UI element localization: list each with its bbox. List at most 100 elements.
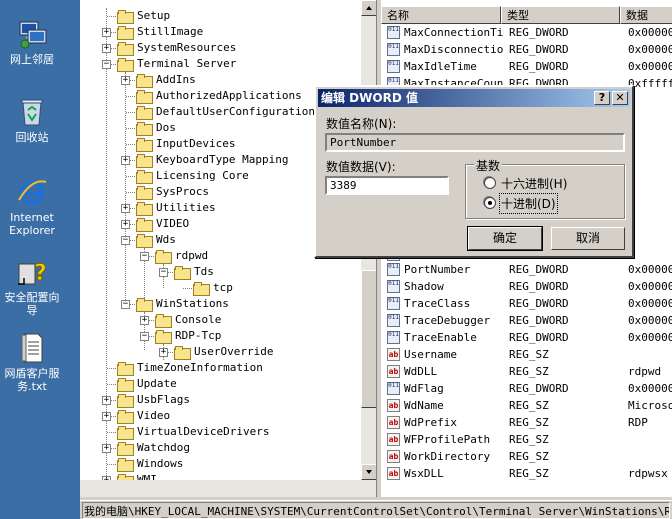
registry-value-row[interactable]: 011 TraceDebugger REG_DWORD 0x00000000 (0) xyxy=(381,312,672,329)
desktop-icon-internet-explorer[interactable]: Internet Explorer xyxy=(0,176,64,237)
desktop-icon-security-wizard[interactable]: ? 安全配置向导 xyxy=(0,256,64,318)
tree-node[interactable]: − Terminal Server xyxy=(80,56,361,72)
decimal-radio-label[interactable]: 十进制(D) xyxy=(499,193,558,214)
expand-plus-icon[interactable]: + xyxy=(121,204,130,213)
registry-value-row[interactable]: 011 WdFlag REG_DWORD 0x00000036 (54) xyxy=(381,380,672,397)
column-header-name[interactable]: 名称 xyxy=(381,6,501,24)
tree-node[interactable]: Setup xyxy=(80,8,361,24)
dialog-titlebar[interactable]: 编辑 DWORD 值 ? ✕ xyxy=(318,89,630,107)
tree-node[interactable]: Update xyxy=(80,376,361,392)
network-neighborhood-icon xyxy=(16,18,48,50)
tree-node[interactable]: TimeZoneInformation xyxy=(80,360,361,376)
desktop-icon-text-file[interactable]: 网盾客户服务.txt xyxy=(0,332,64,393)
tree-node-label: Utilities xyxy=(156,201,216,214)
column-header-type[interactable]: 类型 xyxy=(501,6,620,24)
collapse-minus-icon[interactable]: − xyxy=(121,300,130,309)
collapse-minus-icon[interactable]: − xyxy=(121,236,130,245)
value-data: 0x00000000 (0) xyxy=(628,26,672,39)
tree-node[interactable]: − Tds xyxy=(80,264,361,280)
expand-plus-icon[interactable]: + xyxy=(102,412,111,421)
desktop-icon-network[interactable]: 网上邻居 xyxy=(0,18,64,66)
help-button[interactable]: ? xyxy=(594,91,610,105)
expand-plus-icon[interactable]: + xyxy=(102,444,111,453)
decimal-radio[interactable] xyxy=(484,197,496,209)
ok-button[interactable]: 确定 xyxy=(468,227,542,250)
folder-icon xyxy=(174,346,191,360)
scroll-up-arrow-icon[interactable] xyxy=(361,0,376,16)
value-name: WdFlag xyxy=(404,382,444,395)
expand-plus-icon[interactable]: + xyxy=(121,156,130,165)
value-name: MaxDisconnectionTime xyxy=(404,43,504,56)
value-data: 0x00000000 (0) xyxy=(628,297,672,310)
tree-node[interactable]: + UserOverride xyxy=(80,344,361,360)
registry-value-row[interactable]: 011 PortNumber REG_DWORD 0x00000d3d (3389) xyxy=(381,261,672,278)
expand-plus-icon[interactable]: + xyxy=(102,44,111,53)
tree-node[interactable]: Windows xyxy=(80,456,361,472)
value-name: WorkDirectory xyxy=(404,450,491,463)
registry-value-row[interactable]: 011 Shadow REG_DWORD 0x00000001 (1) xyxy=(381,278,672,295)
expand-plus-icon[interactable]: + xyxy=(140,316,149,325)
tree-node-label: Windows xyxy=(137,457,184,470)
tree-node-label: VIDEO xyxy=(156,217,190,230)
string-value-icon: ab xyxy=(387,450,400,463)
folder-icon xyxy=(117,42,134,56)
cancel-button[interactable]: 取消 xyxy=(551,227,625,250)
scroll-down-arrow-icon[interactable] xyxy=(361,464,376,480)
tree-node[interactable]: VirtualDeviceDrivers xyxy=(80,424,361,440)
tree-node[interactable]: + Watchdog xyxy=(80,440,361,456)
registry-value-row[interactable]: ab Username REG_SZ xyxy=(381,346,672,363)
folder-icon xyxy=(136,90,153,104)
tree-scroll-thumb[interactable] xyxy=(361,270,376,408)
tree-node-label: UserOverride xyxy=(194,345,274,358)
tree-node[interactable]: + Video xyxy=(80,408,361,424)
folder-icon xyxy=(117,378,134,392)
value-name: WsxDLL xyxy=(404,467,444,480)
tree-node[interactable]: + SystemResources xyxy=(80,40,361,56)
string-value-icon: ab xyxy=(387,433,400,446)
expand-plus-icon[interactable]: + xyxy=(102,396,111,405)
tree-node-label: InputDevices xyxy=(156,137,236,150)
collapse-minus-icon[interactable]: − xyxy=(140,332,149,341)
value-data-input[interactable]: 3389 xyxy=(325,176,449,195)
tree-horizontal-scrollbar[interactable] xyxy=(80,480,376,497)
expand-plus-icon[interactable]: + xyxy=(102,28,111,37)
tree-node[interactable]: − RDP-Tcp xyxy=(80,328,361,344)
close-button[interactable]: ✕ xyxy=(612,91,628,105)
tree-node[interactable]: + Console xyxy=(80,312,361,328)
expand-plus-icon[interactable]: + xyxy=(121,76,130,85)
folder-icon xyxy=(136,138,153,152)
tree-node-label: SystemResources xyxy=(137,41,237,54)
registry-value-row[interactable]: 011 TraceEnable REG_DWORD 0x00000000 (0) xyxy=(381,329,672,346)
tree-node[interactable]: + UsbFlags xyxy=(80,392,361,408)
svg-text:?: ? xyxy=(34,261,47,286)
registry-value-row[interactable]: ab WdPrefix REG_SZ RDP xyxy=(381,414,672,431)
registry-value-row[interactable]: 011 MaxIdleTime REG_DWORD 0x00000000 (0) xyxy=(381,58,672,75)
collapse-minus-icon[interactable]: − xyxy=(159,268,168,277)
hex-radio-label[interactable]: 十六进制(H) xyxy=(501,175,567,192)
desktop-icon-recycle-bin[interactable]: 回收站 xyxy=(0,96,64,144)
value-name: TraceEnable xyxy=(404,331,477,344)
registry-value-row[interactable]: ab WdName REG_SZ Microsoft RDP 5.2 xyxy=(381,397,672,414)
tree-node[interactable]: − WinStations xyxy=(80,296,361,312)
registry-value-row[interactable]: 011 MaxDisconnectionTime REG_DWORD 0x000000… xyxy=(381,41,672,58)
registry-value-row[interactable]: 011 MaxConnectionTime REG_DWORD 0x00000000 … xyxy=(381,24,672,41)
column-header-data[interactable]: 数据 xyxy=(620,6,672,24)
registry-value-row[interactable]: ab WFProfilePath REG_SZ xyxy=(381,431,672,448)
value-name: WdDLL xyxy=(404,365,438,378)
value-type: REG_DWORD xyxy=(509,314,569,327)
expand-plus-icon[interactable]: + xyxy=(159,348,168,357)
value-type: REG_SZ xyxy=(509,433,549,446)
registry-value-row[interactable]: 011 TraceClass REG_DWORD 0x00000000 (0) xyxy=(381,295,672,312)
value-data: 0xffffffff (4294967295) xyxy=(628,77,672,90)
value-data: 0x00000000 (0) xyxy=(628,43,672,56)
registry-value-row[interactable]: ab WdDLL REG_SZ rdpwd xyxy=(381,363,672,380)
expand-plus-icon[interactable]: + xyxy=(121,220,130,229)
tree-node[interactable]: + StillImage xyxy=(80,24,361,40)
binary-value-icon: 011 xyxy=(387,43,400,56)
collapse-minus-icon[interactable]: − xyxy=(102,60,111,69)
tree-node[interactable]: tcp xyxy=(80,280,361,296)
hex-radio[interactable] xyxy=(484,177,496,189)
registry-value-row[interactable]: ab WorkDirectory REG_SZ xyxy=(381,448,672,465)
registry-value-row[interactable]: ab WsxDLL REG_SZ rdpwsx xyxy=(381,465,672,482)
collapse-minus-icon[interactable]: − xyxy=(140,252,149,261)
